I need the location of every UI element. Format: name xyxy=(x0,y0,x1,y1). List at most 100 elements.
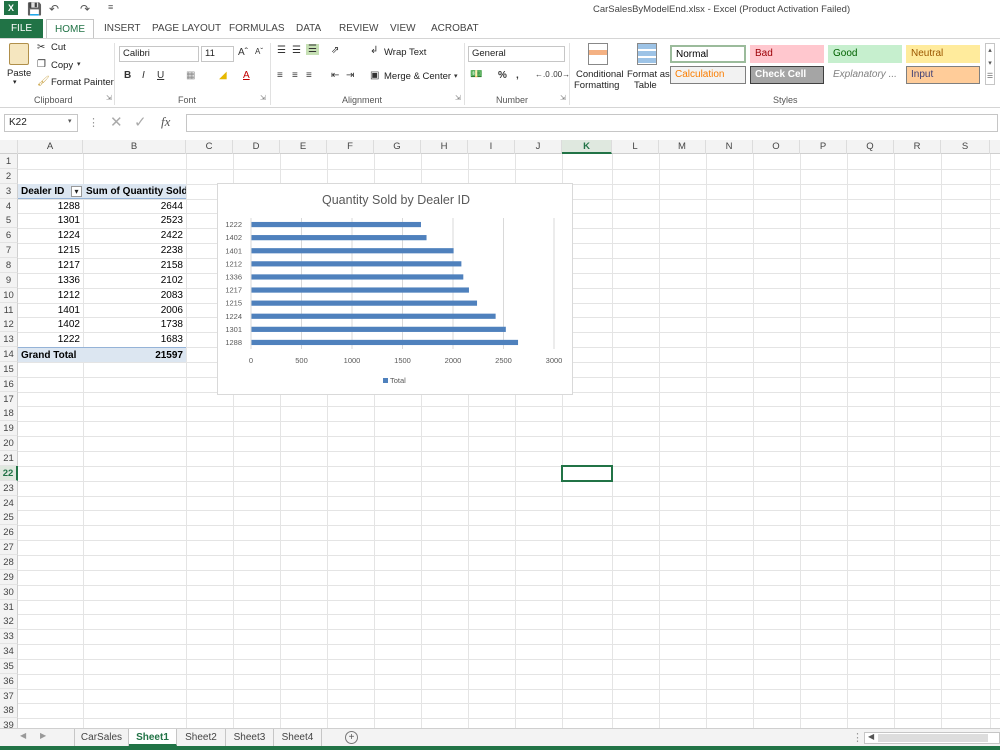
tab-splitter-icon[interactable]: ⋮ xyxy=(852,731,863,744)
row-header-11[interactable]: 11 xyxy=(0,302,18,318)
copy-icon[interactable]: ❐ xyxy=(37,59,46,70)
fill-color-icon[interactable]: ◢ xyxy=(219,70,227,81)
pivot-row-quantity[interactable]: 2422 xyxy=(83,228,186,243)
column-header-c[interactable]: C xyxy=(186,140,233,154)
column-header-l[interactable]: L xyxy=(612,140,659,154)
next-sheet-icon[interactable]: ▶ xyxy=(40,731,46,740)
row-header-24[interactable]: 24 xyxy=(0,495,18,511)
name-box-dropdown-icon[interactable]: ▾ xyxy=(68,117,72,125)
row-header-4[interactable]: 4 xyxy=(0,198,18,214)
style-input[interactable]: Input xyxy=(906,66,980,84)
conditional-formatting-line1[interactable]: Conditional xyxy=(576,69,624,80)
row-header-19[interactable]: 19 xyxy=(0,421,18,437)
font-name-select[interactable]: Calibri xyxy=(119,46,199,62)
tab-review[interactable]: REVIEW xyxy=(339,19,378,38)
row-header-25[interactable]: 25 xyxy=(0,510,18,526)
pivot-row-quantity[interactable]: 2238 xyxy=(83,243,186,258)
column-header-m[interactable]: M xyxy=(659,140,706,154)
add-sheet-button[interactable]: + xyxy=(345,731,358,744)
scroll-left-icon[interactable]: ◀ xyxy=(868,732,874,741)
row-header-31[interactable]: 31 xyxy=(0,599,18,615)
column-header-d[interactable]: D xyxy=(233,140,280,154)
row-header-8[interactable]: 8 xyxy=(0,257,18,273)
style-neutral[interactable]: Neutral xyxy=(906,45,980,63)
comma-style-button[interactable]: , xyxy=(516,70,519,81)
align-left-icon[interactable]: ≡ xyxy=(277,70,283,81)
row-header-15[interactable]: 15 xyxy=(0,361,18,377)
column-header-i[interactable]: I xyxy=(468,140,515,154)
clipboard-launcher-icon[interactable]: ⇲ xyxy=(106,94,112,102)
column-header-h[interactable]: H xyxy=(421,140,468,154)
formula-input[interactable] xyxy=(186,114,998,132)
row-header-10[interactable]: 10 xyxy=(0,287,18,303)
redo-icon[interactable]: ↷ xyxy=(80,2,90,16)
style-check-cell[interactable]: Check Cell xyxy=(750,66,824,84)
orientation-icon[interactable]: ⇗ xyxy=(331,45,339,56)
style-normal[interactable]: Normal xyxy=(670,45,746,63)
row-header-36[interactable]: 36 xyxy=(0,673,18,689)
row-header-22[interactable]: 22 xyxy=(0,465,18,481)
pivot-row-quantity[interactable]: 1738 xyxy=(83,317,186,332)
style-calculation[interactable]: Calculation xyxy=(670,66,746,84)
sheet-tab-sheet3[interactable]: Sheet3 xyxy=(226,729,274,746)
number-format-select[interactable]: General xyxy=(468,46,565,62)
row-header-33[interactable]: 33 xyxy=(0,629,18,645)
row-header-21[interactable]: 21 xyxy=(0,451,18,466)
copy-button[interactable]: Copy xyxy=(51,60,73,71)
column-header-f[interactable]: F xyxy=(327,140,374,154)
pivot-header-sum-quantity[interactable]: Sum of Quantity Sold xyxy=(83,183,186,199)
column-header-o[interactable]: O xyxy=(753,140,800,154)
row-header-7[interactable]: 7 xyxy=(0,243,18,259)
pivot-grand-total-label[interactable]: Grand Total xyxy=(18,347,83,363)
pivot-row-dealer-id[interactable]: 1212 xyxy=(18,288,83,303)
row-header-12[interactable]: 12 xyxy=(0,317,18,333)
column-header-k[interactable]: K xyxy=(562,140,612,154)
pivot-row-dealer-id[interactable]: 1224 xyxy=(18,228,83,243)
pivot-row-quantity[interactable]: 2644 xyxy=(83,199,186,214)
pivot-row-dealer-id[interactable]: 1401 xyxy=(18,303,83,318)
wrap-text-icon[interactable]: ↲ xyxy=(370,45,378,56)
column-header-j[interactable]: J xyxy=(515,140,562,154)
format-as-table-icon[interactable] xyxy=(637,43,657,65)
align-middle-icon[interactable]: ☰ xyxy=(292,45,301,56)
enter-icon[interactable]: ✓ xyxy=(134,113,147,131)
sheet-tab-sheet2[interactable]: Sheet2 xyxy=(177,729,226,746)
merge-center-button[interactable]: Merge & Center xyxy=(384,71,451,82)
row-header-16[interactable]: 16 xyxy=(0,376,18,392)
paste-dropdown-icon[interactable]: ▾ xyxy=(13,78,17,86)
row-header-27[interactable]: 27 xyxy=(0,540,18,556)
decrease-decimal-icon[interactable]: .00→ xyxy=(551,70,570,79)
row-header-13[interactable]: 13 xyxy=(0,332,18,348)
cut-button[interactable]: Cut xyxy=(51,42,66,53)
row-header-2[interactable]: 2 xyxy=(0,168,18,184)
name-box[interactable]: K22 xyxy=(4,114,78,132)
row-header-18[interactable]: 18 xyxy=(0,406,18,422)
row-header-9[interactable]: 9 xyxy=(0,272,18,288)
tab-file[interactable]: FILE xyxy=(0,19,43,38)
tab-acrobat[interactable]: ACROBAT xyxy=(431,19,479,38)
column-header-p[interactable]: P xyxy=(800,140,847,154)
tab-data[interactable]: DATA xyxy=(296,19,321,38)
format-painter-icon[interactable]: 🖌 xyxy=(37,76,50,87)
borders-icon[interactable]: ▦ xyxy=(186,70,195,81)
save-icon[interactable]: 💾 xyxy=(27,2,42,16)
style-explanatory[interactable]: Explanatory ... xyxy=(828,66,902,84)
row-header-37[interactable]: 37 xyxy=(0,688,18,704)
pivot-row-dealer-id[interactable]: 1301 xyxy=(18,213,83,228)
column-header-s[interactable]: S xyxy=(941,140,990,154)
sheet-tab-sheet1[interactable]: Sheet1 xyxy=(129,729,177,746)
cut-icon[interactable]: ✂ xyxy=(37,42,45,53)
underline-button[interactable]: U xyxy=(157,70,164,81)
row-header-3[interactable]: 3 xyxy=(0,183,18,199)
format-as-table-line1[interactable]: Format as xyxy=(627,69,670,80)
column-header-g[interactable]: G xyxy=(374,140,421,154)
grow-font-icon[interactable]: Aˆ xyxy=(238,47,248,58)
copy-dropdown-icon[interactable]: ▾ xyxy=(77,60,81,68)
pivot-row-dealer-id[interactable]: 1217 xyxy=(18,258,83,273)
tab-page-layout[interactable]: PAGE LAYOUT xyxy=(152,19,221,38)
tab-formulas[interactable]: FORMULAS xyxy=(229,19,285,38)
pivot-row-quantity[interactable]: 2102 xyxy=(83,273,186,288)
shrink-font-icon[interactable]: Aˇ xyxy=(255,47,263,56)
pivot-row-dealer-id[interactable]: 1336 xyxy=(18,273,83,288)
row-header-39[interactable]: 39 xyxy=(0,718,18,728)
